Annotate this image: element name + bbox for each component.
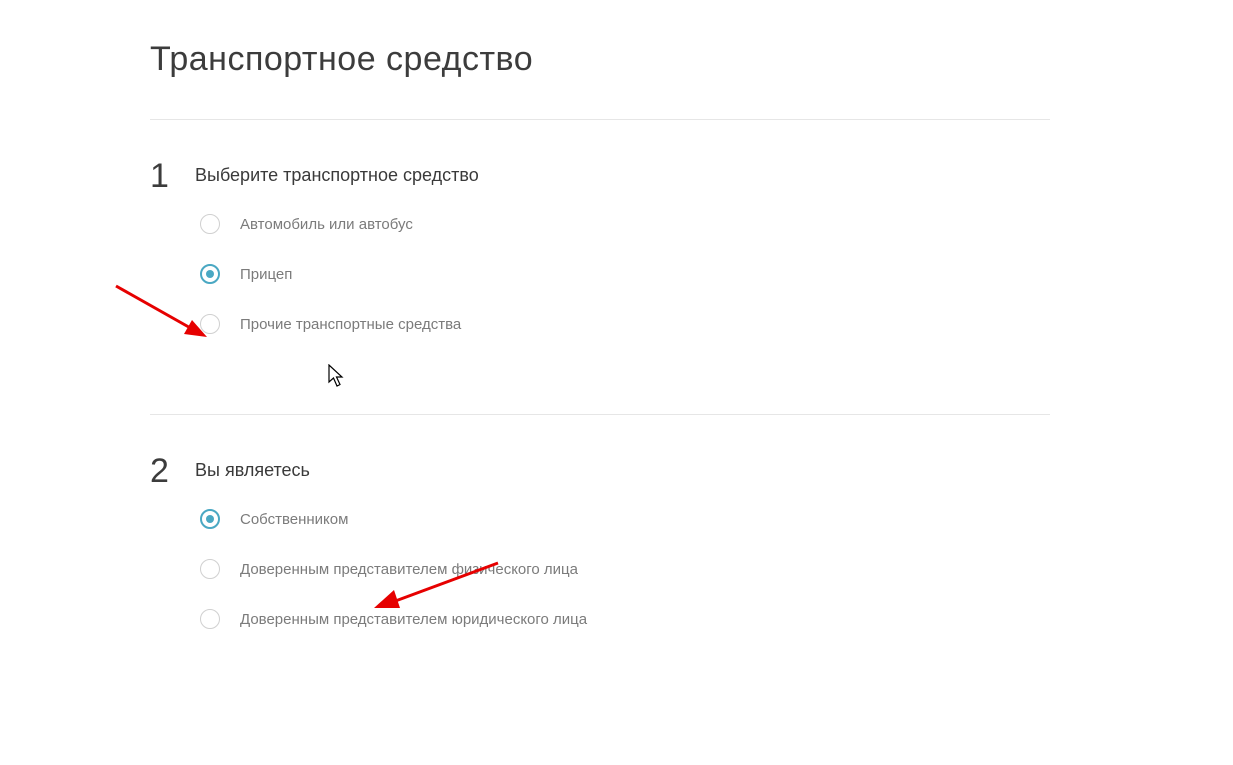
step-2-options: Собственником Доверенным представителем … — [195, 509, 1233, 629]
step-1-number: 1 — [150, 159, 195, 193]
radio-icon-selected — [200, 264, 220, 284]
step-2-body: Вы являетесь Собственником Доверенным пр… — [195, 460, 1233, 659]
radio-label: Доверенным представителем юридического л… — [240, 611, 587, 628]
radio-option-rep-legal[interactable]: Доверенным представителем юридического л… — [200, 609, 1233, 629]
radio-label: Прочие транспортные средства — [240, 316, 461, 333]
step-2-title: Вы являетесь — [195, 460, 1233, 481]
divider — [150, 119, 1050, 120]
radio-option-rep-individual[interactable]: Доверенным представителем физического ли… — [200, 559, 1233, 579]
radio-label: Собственником — [240, 511, 348, 528]
step-1-options: Автомобиль или автобус Прицеп Прочие тра… — [195, 214, 1233, 334]
cursor-icon — [328, 364, 346, 388]
radio-option-other[interactable]: Прочие транспортные средства — [200, 314, 1233, 334]
radio-icon — [200, 609, 220, 629]
radio-label: Прицеп — [240, 266, 292, 283]
radio-icon — [200, 559, 220, 579]
radio-option-auto[interactable]: Автомобиль или автобус — [200, 214, 1233, 234]
step-1-title: Выберите транспортное средство — [195, 165, 1233, 186]
radio-label: Доверенным представителем физического ли… — [240, 561, 578, 578]
radio-icon — [200, 314, 220, 334]
divider — [150, 414, 1050, 415]
step-2-number: 2 — [150, 454, 195, 488]
radio-icon — [200, 214, 220, 234]
step-2: 2 Вы являетесь Собственником Доверенным … — [150, 460, 1233, 659]
radio-icon-selected — [200, 509, 220, 529]
radio-label: Автомобиль или автобус — [240, 216, 413, 233]
radio-option-trailer[interactable]: Прицеп — [200, 264, 1233, 284]
step-1-body: Выберите транспортное средство Автомобил… — [195, 165, 1233, 364]
step-1: 1 Выберите транспортное средство Автомоб… — [150, 165, 1233, 364]
page-title: Транспортное средство — [150, 40, 1233, 79]
page-root: Транспортное средство 1 Выберите транспо… — [0, 0, 1233, 765]
radio-option-owner[interactable]: Собственником — [200, 509, 1233, 529]
